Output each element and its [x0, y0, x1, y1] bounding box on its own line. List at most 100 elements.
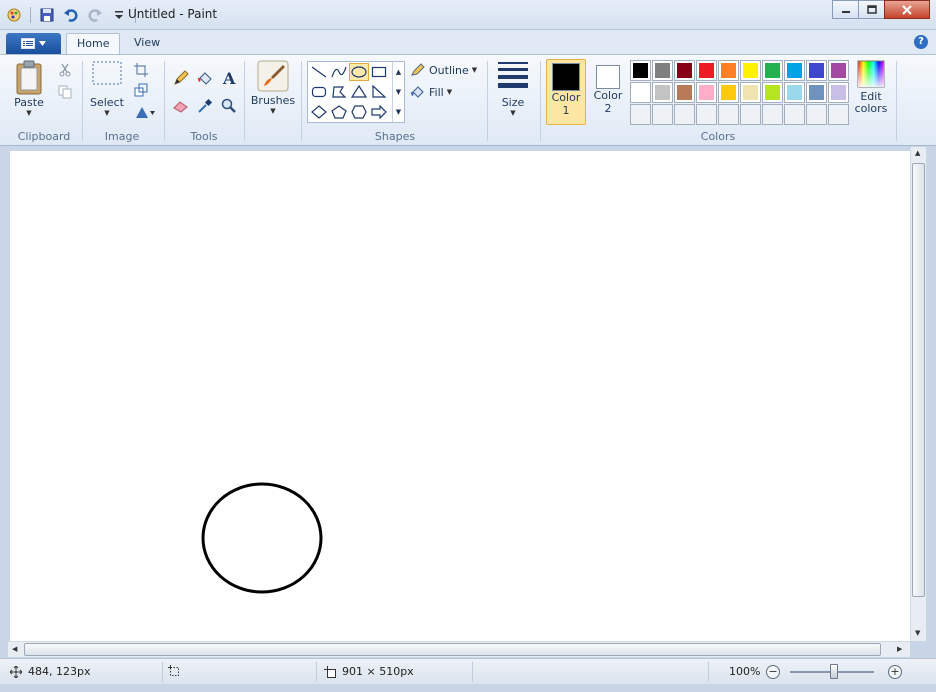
scroll-up-icon[interactable]: ▲ — [396, 68, 401, 76]
palette-color-swatch[interactable] — [762, 82, 783, 103]
brush-icon — [257, 60, 289, 92]
palette-color-swatch[interactable] — [828, 82, 849, 103]
cut-button[interactable] — [54, 59, 76, 81]
palette-color-swatch[interactable] — [806, 82, 827, 103]
palette-color-swatch[interactable] — [784, 82, 805, 103]
customize-qat-chevron-icon[interactable] — [109, 5, 129, 25]
fill-tool[interactable] — [194, 67, 216, 89]
expand-gallery-icon[interactable]: ▼ — [396, 108, 401, 116]
size-label: Size — [501, 96, 525, 109]
application-menu-button[interactable] — [6, 33, 61, 54]
scroll-left-arrow-icon[interactable]: ◀ — [12, 645, 17, 653]
palette-custom-color-slot[interactable] — [762, 104, 783, 125]
rotate-icon — [136, 107, 155, 118]
scroll-down-arrow-icon[interactable]: ▼ — [915, 629, 920, 637]
palette-custom-color-slot[interactable] — [696, 104, 717, 125]
scroll-right-arrow-icon[interactable]: ▶ — [897, 645, 902, 653]
palette-color-swatch[interactable] — [674, 60, 695, 81]
palette-custom-color-slot[interactable] — [740, 104, 761, 125]
palette-color-swatch[interactable] — [784, 60, 805, 81]
palette-custom-color-slot[interactable] — [652, 104, 673, 125]
outline-button[interactable]: Outline ▼ — [410, 63, 477, 77]
shape-right-triangle[interactable] — [369, 83, 389, 101]
palette-custom-color-slot[interactable] — [828, 104, 849, 125]
shape-pentagon[interactable] — [329, 103, 349, 121]
vertical-scroll-thumb[interactable] — [912, 163, 925, 597]
close-button[interactable] — [884, 0, 930, 19]
tab-home[interactable]: Home — [66, 33, 121, 54]
palette-swatch-fill — [699, 85, 714, 100]
shape-triangle[interactable] — [349, 83, 369, 101]
palette-color-swatch[interactable] — [630, 60, 651, 81]
resize-button[interactable] — [130, 79, 152, 101]
palette-swatch-fill — [721, 63, 736, 78]
shape-polygon[interactable] — [329, 83, 349, 101]
eraser-tool[interactable] — [170, 95, 192, 117]
minimize-button[interactable] — [832, 0, 859, 19]
palette-color-swatch[interactable] — [696, 82, 717, 103]
crop-button[interactable] — [130, 59, 152, 81]
shape-rounded-rectangle[interactable] — [309, 83, 329, 101]
scroll-down-icon[interactable]: ▼ — [396, 88, 401, 96]
shape-hexagon[interactable] — [349, 103, 369, 121]
zoom-in-icon[interactable]: + — [888, 665, 902, 679]
scroll-up-arrow-icon[interactable]: ▲ — [915, 149, 920, 157]
palette-color-swatch[interactable] — [806, 60, 827, 81]
palette-color-swatch[interactable] — [718, 60, 739, 81]
vertical-scrollbar[interactable]: ▲ ▼ — [910, 147, 926, 641]
palette-custom-color-slot[interactable] — [806, 104, 827, 125]
palette-custom-color-slot[interactable] — [718, 104, 739, 125]
copy-button[interactable] — [54, 81, 76, 103]
fill-button[interactable]: Fill ▼ — [410, 85, 452, 99]
palette-color-swatch[interactable] — [740, 82, 761, 103]
palette-custom-color-slot[interactable] — [674, 104, 695, 125]
save-icon[interactable] — [37, 5, 57, 25]
rotate-button[interactable] — [132, 101, 158, 123]
palette-color-swatch[interactable] — [630, 82, 651, 103]
palette-color-swatch[interactable] — [828, 60, 849, 81]
shape-line[interactable] — [309, 63, 329, 81]
shape-oval[interactable] — [349, 63, 369, 81]
brushes-button[interactable]: Brushes ▼ — [250, 59, 296, 115]
horizontal-scrollbar[interactable]: ◀ ▶ — [8, 641, 910, 657]
zoom-out-icon[interactable]: − — [766, 665, 780, 679]
paste-button[interactable]: Paste ▼ — [14, 59, 44, 117]
color1-button[interactable]: Color 1 — [546, 59, 586, 125]
size-button[interactable]: Size ▼ — [494, 59, 532, 117]
tab-view[interactable]: View — [124, 33, 170, 54]
palette-color-swatch[interactable] — [652, 82, 673, 103]
palette-color-swatch[interactable] — [696, 60, 717, 81]
magnifier-tool[interactable] — [218, 95, 240, 117]
shape-curve[interactable] — [329, 63, 349, 81]
selection-rectangle-icon — [92, 61, 122, 85]
color-picker-tool[interactable] — [194, 95, 216, 117]
shapes-gallery-scroll[interactable]: ▲ ▼ ▼ — [392, 62, 404, 122]
palette-color-swatch[interactable] — [762, 60, 783, 81]
horizontal-scroll-thumb[interactable] — [24, 643, 881, 656]
pencil-tool[interactable] — [170, 67, 192, 89]
palette-swatch-fill — [655, 63, 670, 78]
clipboard-group-label: Clipboard — [17, 130, 71, 143]
redo-icon[interactable] — [85, 5, 105, 25]
text-tool[interactable]: A — [218, 67, 240, 89]
shape-rectangle[interactable] — [369, 63, 389, 81]
drawing-canvas[interactable] — [10, 151, 910, 641]
palette-color-swatch[interactable] — [718, 82, 739, 103]
help-icon[interactable]: ? — [914, 35, 928, 49]
palette-color-swatch[interactable] — [652, 60, 673, 81]
palette-custom-color-slot[interactable] — [784, 104, 805, 125]
shape-diamond[interactable] — [309, 103, 329, 121]
palette-color-swatch[interactable] — [674, 82, 695, 103]
undo-icon[interactable] — [61, 5, 81, 25]
shape-right-arrow[interactable] — [369, 103, 389, 121]
drawn-ellipse[interactable] — [201, 482, 323, 594]
color2-button[interactable]: Color 2 — [588, 59, 628, 125]
select-button[interactable]: Select ▼ — [90, 59, 124, 117]
paint-app-icon[interactable] — [4, 5, 24, 25]
maximize-button[interactable] — [858, 0, 885, 19]
palette-custom-color-slot[interactable] — [630, 104, 651, 125]
zoom-slider-thumb[interactable] — [830, 664, 838, 679]
palette-color-swatch[interactable] — [740, 60, 761, 81]
palette-swatch-fill — [831, 63, 846, 78]
edit-colors-button[interactable]: Edit colors — [852, 59, 890, 115]
